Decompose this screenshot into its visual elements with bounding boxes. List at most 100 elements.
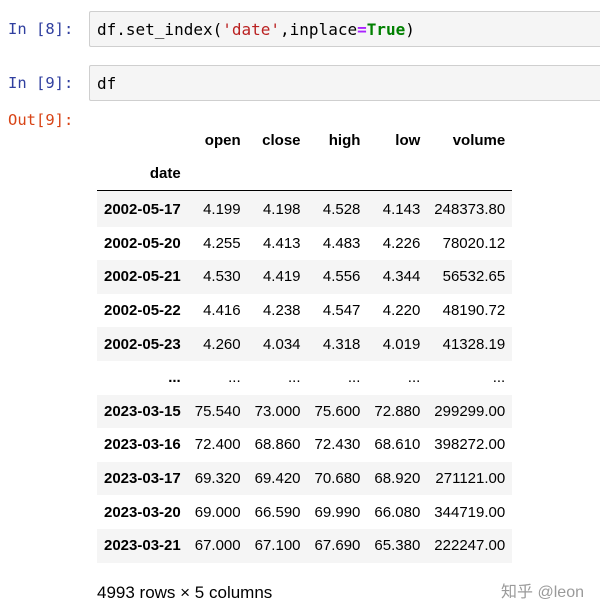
row-index-cell: 2023-03-15 [104,402,181,420]
column-header: open [204,132,241,149]
table-cell: 4.530 [203,268,241,286]
code-token-string: 'date' [222,20,281,39]
table-cell: 67.000 [194,537,241,555]
table-cell: 75.540 [194,402,241,420]
table-row: .................. [97,360,513,395]
column-header-row: open close high low volume [97,124,512,157]
row-index-cell: 2002-05-22 [104,302,181,320]
table-row: 2023-03-20 69.000 66.590 69.990 66.080 344719… [97,495,513,529]
table-row: 2002-05-23 4.260 4.034 4.318 4.019 41328.19 [97,327,513,361]
table-cell: 4.260 [203,335,241,353]
table-cell: ... [407,369,421,387]
table-cell: 75.600 [314,402,361,420]
dataframe-shape: 4993 rows × 5 columns [97,583,273,602]
table-cell: 72.880 [374,402,421,420]
table-cell: 4.416 [203,302,241,320]
dataframe-table: open close high low volume date 2002-05-… [97,124,513,563]
table-cell: 4.344 [382,268,421,286]
table-row: 2002-05-17 4.199 4.198 4.528 4.143 248373.80 [97,190,513,227]
table-cell: 271121.00 [435,470,506,488]
table-cell: 68.610 [374,436,421,454]
output-prompt-9: Out[9]: [8,111,74,129]
table-cell: ... [288,369,301,387]
column-header: high [328,132,361,149]
table-row: 2023-03-17 69.320 69.420 70.680 68.920 271121… [97,461,513,496]
table-row: 2023-03-16 72.400 68.860 72.430 68.610 398272… [97,428,513,462]
input-prompt-8: In [8]: [8,20,74,38]
table-cell: 56532.65 [442,268,506,286]
table-cell: 66.590 [254,503,301,521]
table-cell: 4.413 [262,234,301,252]
table-cell: 4.019 [382,335,421,353]
row-index-cell: 2023-03-16 [104,436,181,454]
watermark: 知乎 @leon [501,584,584,601]
row-index-cell: 2002-05-20 [104,234,181,252]
table-cell: 67.100 [254,537,301,555]
row-index-cell: 2023-03-20 [104,503,181,521]
table-cell: 69.320 [194,470,241,488]
table-cell: 344719.00 [434,503,506,521]
table-cell: 65.380 [374,537,421,555]
code-token-kwarg: ,inplace [280,20,358,39]
row-index-cell: 2002-05-23 [104,335,181,353]
table-cell: 4.220 [382,302,421,320]
dataframe-body: 2002-05-17 4.199 4.198 4.528 4.143 248373.80 2… [97,190,513,563]
row-index-cell: ... [168,369,181,387]
table-cell: 222247.00 [434,537,506,555]
table-row: 2002-05-21 4.530 4.419 4.556 4.344 56532.65 [97,260,513,294]
table-cell: 68.920 [374,470,421,488]
table-cell: 67.690 [314,537,361,555]
table-cell: 72.400 [194,436,241,454]
table-cell: 70.680 [314,470,361,488]
table-cell: 41328.19 [442,335,506,353]
table-cell: 299299.00 [434,402,506,420]
column-header: close [262,132,301,149]
table-cell: 48190.72 [442,302,506,320]
input-prompt-9: In [9]: [8,74,74,92]
table-cell: ... [347,369,361,387]
table-row: 2023-03-21 67.000 67.100 67.690 65.380 222247… [97,528,513,563]
row-index-cell: 2023-03-17 [104,470,181,488]
column-header: volume [452,132,506,149]
row-index-cell: 2002-05-21 [104,268,181,286]
code-cell-9[interactable]: df [89,65,600,101]
index-name: date [97,157,188,191]
table-cell: 4.255 [203,234,241,252]
code-token-call: df.set_index( [97,20,223,39]
table-cell: 4.199 [203,201,241,219]
index-name-row: date [97,157,513,191]
row-index-cell: 2002-05-17 [104,201,181,219]
table-cell: 4.143 [382,201,421,219]
table-cell: 4.226 [382,234,421,252]
column-header: low [395,132,421,149]
table-cell: 4.556 [322,268,361,286]
table-cell: 66.080 [374,503,421,521]
table-cell: 4.483 [322,234,361,252]
table-cell: 4.547 [322,302,361,320]
table-cell: 69.990 [314,503,361,521]
table-cell: 72.430 [314,436,361,454]
table-cell: ... [492,369,506,387]
table-cell: 4.528 [322,201,361,219]
table-row: 2023-03-15 75.540 73.000 75.600 72.880 299299… [97,394,513,429]
table-row: 2002-05-22 4.416 4.238 4.547 4.220 48190.72 [97,293,513,328]
table-cell: 4.419 [262,268,301,286]
table-cell: 248373.80 [434,201,506,219]
table-row: 2002-05-20 4.255 4.413 4.483 4.226 78020.12 [97,226,513,261]
code-text: df [97,74,117,93]
row-index-cell: 2023-03-21 [104,537,181,555]
table-cell: 398272.00 [434,436,506,454]
table-cell: ... [228,369,241,387]
table-cell: 4.318 [322,335,361,353]
code-cell-8[interactable]: df.set_index('date',inplace=True) [89,11,600,47]
table-cell: 4.198 [262,201,301,219]
table-cell: 69.420 [254,470,301,488]
table-cell: 4.238 [262,302,301,320]
index-corner [97,124,188,157]
code-token-close-paren: ) [405,20,415,39]
table-cell: 69.000 [194,503,241,521]
code-token-keyword: True [366,20,406,39]
table-cell: 4.034 [262,335,301,353]
table-cell: 68.860 [254,436,301,454]
code-token-operator: = [357,20,367,39]
